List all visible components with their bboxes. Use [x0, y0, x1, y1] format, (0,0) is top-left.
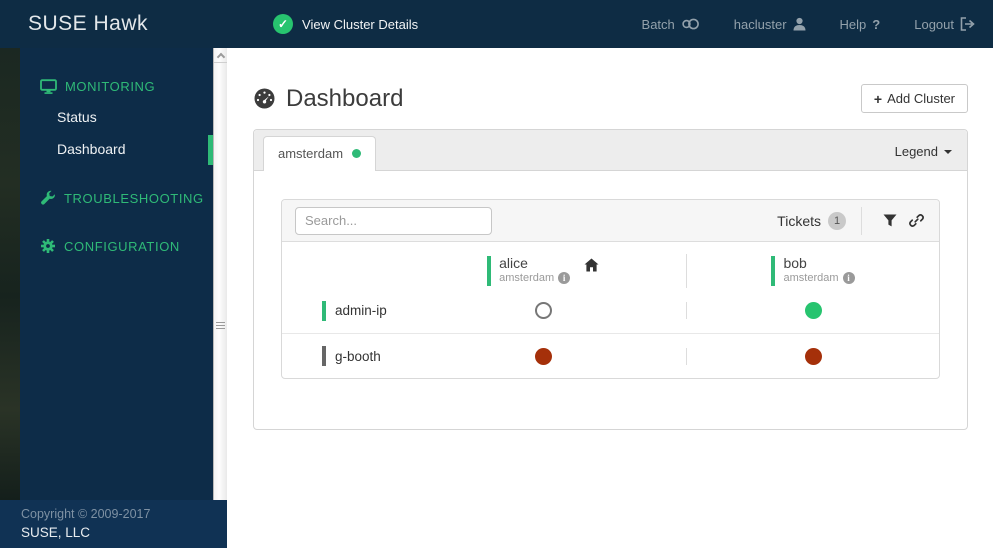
grid-header-row: alice amsterdam i bob amsterdam i [282, 242, 939, 288]
sidebar-menu: MONITORING Status Dashboard TROUBLESHOOT… [20, 48, 213, 500]
question-icon: ? [872, 16, 881, 32]
status-circle-failed[interactable] [534, 347, 552, 365]
node-status-bar [771, 256, 776, 286]
page-title: Dashboard [253, 85, 403, 113]
monitor-icon [40, 79, 57, 94]
node-cluster-name: amsterdam [783, 272, 839, 284]
page-title-text: Dashboard [286, 84, 404, 112]
node-name[interactable]: alice [499, 256, 570, 271]
navbar-links: Batch hacluster Help ? Logout [608, 17, 975, 32]
add-cluster-label: Add Cluster [887, 91, 955, 106]
page-header: Dashboard + Add Cluster [253, 84, 968, 113]
copyright-text: Copyright © 2009-2017 [21, 507, 151, 521]
batch-button[interactable]: Batch [642, 17, 700, 32]
user-icon [793, 17, 806, 31]
company-name: SUSE, LLC [21, 525, 91, 540]
funnel-icon [883, 214, 897, 227]
app-logo[interactable]: SUSE Hawk [28, 12, 148, 36]
wrench-icon [41, 190, 55, 205]
sidebar-section-configuration[interactable]: CONFIGURATION [20, 231, 213, 261]
help-label: Help [839, 16, 867, 32]
background-image-strip [0, 48, 20, 500]
status-cell-g-booth-alice [400, 347, 686, 365]
resources-toolbar: Tickets 1 [282, 200, 939, 242]
legend-dropdown[interactable]: Legend [895, 144, 952, 159]
sidebar-footer: Copyright © 2009-2017 SUSE, LLC [0, 500, 227, 548]
help-button[interactable]: Help ? [840, 17, 881, 32]
resource-row-admin-ip: admin-ip [282, 288, 939, 333]
status-circle-running[interactable] [804, 302, 822, 319]
filter-button[interactable] [877, 208, 903, 234]
user-menu[interactable]: hacluster [734, 17, 806, 32]
info-icon[interactable]: i [558, 272, 571, 284]
status-cell-admin-ip-bob [686, 302, 939, 319]
home-dc-icon [584, 258, 599, 272]
node-header-bob: bob amsterdam i [686, 254, 939, 288]
sidebar-section-troubleshooting[interactable]: TROUBLESHOOTING [20, 183, 213, 213]
status-circle-failed[interactable] [804, 347, 822, 365]
cluster-online-dot [352, 149, 362, 158]
resource-status-bar [322, 346, 326, 366]
scroll-up-button[interactable] [214, 48, 227, 63]
sidebar-item-label: Dashboard [57, 141, 126, 157]
sidebar-section-monitoring[interactable]: MONITORING [20, 72, 213, 101]
batch-label: Batch [641, 16, 675, 32]
dashboard-gauge-icon [254, 88, 275, 109]
grid-corner-cell [282, 254, 400, 288]
sidebar-item-dashboard[interactable]: Dashboard [20, 133, 213, 165]
batch-toggle-icon [682, 18, 699, 30]
sidebar: MONITORING Status Dashboard TROUBLESHOOT… [0, 48, 227, 500]
status-cell-admin-ip-alice [400, 302, 686, 319]
legend-label: Legend [894, 144, 938, 159]
sidebar-section-label: TROUBLESHOOTING [64, 190, 204, 206]
logout-button[interactable]: Logout [914, 17, 975, 32]
top-navbar: SUSE Hawk ✓ View Cluster Details Batch h… [0, 0, 993, 48]
node-status-bar [487, 256, 492, 286]
add-cluster-button[interactable]: + Add Cluster [860, 84, 968, 113]
status-circle-not-running[interactable] [534, 302, 552, 319]
sidebar-scrollbar[interactable] [213, 48, 227, 500]
gear-icon [41, 239, 55, 253]
resource-status-bar [322, 300, 326, 321]
resource-row-g-booth: g-booth [282, 333, 939, 378]
toolbar-divider [861, 206, 862, 235]
tickets-count-badge: 1 [828, 211, 846, 230]
resize-grip-handle[interactable] [216, 320, 225, 331]
chain-link-icon [908, 214, 924, 227]
tab-label: amsterdam [278, 146, 344, 161]
link-button[interactable] [903, 208, 929, 234]
cluster-panel-body: Tickets 1 [254, 171, 967, 429]
resource-label-cell: g-booth [282, 346, 400, 366]
tab-amsterdam[interactable]: amsterdam [263, 136, 377, 171]
logout-label: Logout [914, 16, 954, 32]
resource-name: admin-ip [335, 303, 387, 318]
logout-icon [960, 17, 975, 31]
status-grid: alice amsterdam i bob amsterdam i admin-… [282, 242, 939, 378]
username-label: hacluster [733, 16, 787, 32]
info-icon[interactable]: i [842, 272, 855, 284]
cluster-ok-check-icon: ✓ [273, 14, 294, 34]
view-cluster-details-label: View Cluster Details [302, 16, 419, 32]
cluster-panel: amsterdam Legend Tickets 1 [253, 129, 968, 430]
node-header-alice: alice amsterdam i [400, 254, 686, 288]
resource-label-cell: admin-ip [282, 300, 400, 321]
search-input[interactable] [295, 206, 492, 235]
sidebar-item-label: Status [57, 109, 97, 125]
main-content: Dashboard + Add Cluster amsterdam Legend [227, 48, 993, 548]
cluster-tab-bar: amsterdam Legend [254, 130, 967, 171]
toolbar-right: Tickets 1 [777, 206, 929, 235]
sidebar-section-label: CONFIGURATION [64, 238, 180, 254]
status-cell-g-booth-bob [686, 347, 939, 365]
plus-icon: + [873, 90, 883, 107]
resource-name: g-booth [335, 348, 381, 364]
chevron-up-icon [216, 52, 225, 61]
tickets-label: Tickets [777, 212, 821, 229]
sidebar-item-status[interactable]: Status [20, 101, 213, 133]
caret-down-icon [944, 149, 952, 154]
sidebar-section-label: MONITORING [65, 79, 156, 94]
node-cluster-name: amsterdam [499, 272, 555, 284]
node-name[interactable]: bob [783, 256, 854, 271]
view-cluster-details-link[interactable]: ✓ View Cluster Details [273, 14, 418, 34]
resources-panel: Tickets 1 [281, 199, 940, 379]
